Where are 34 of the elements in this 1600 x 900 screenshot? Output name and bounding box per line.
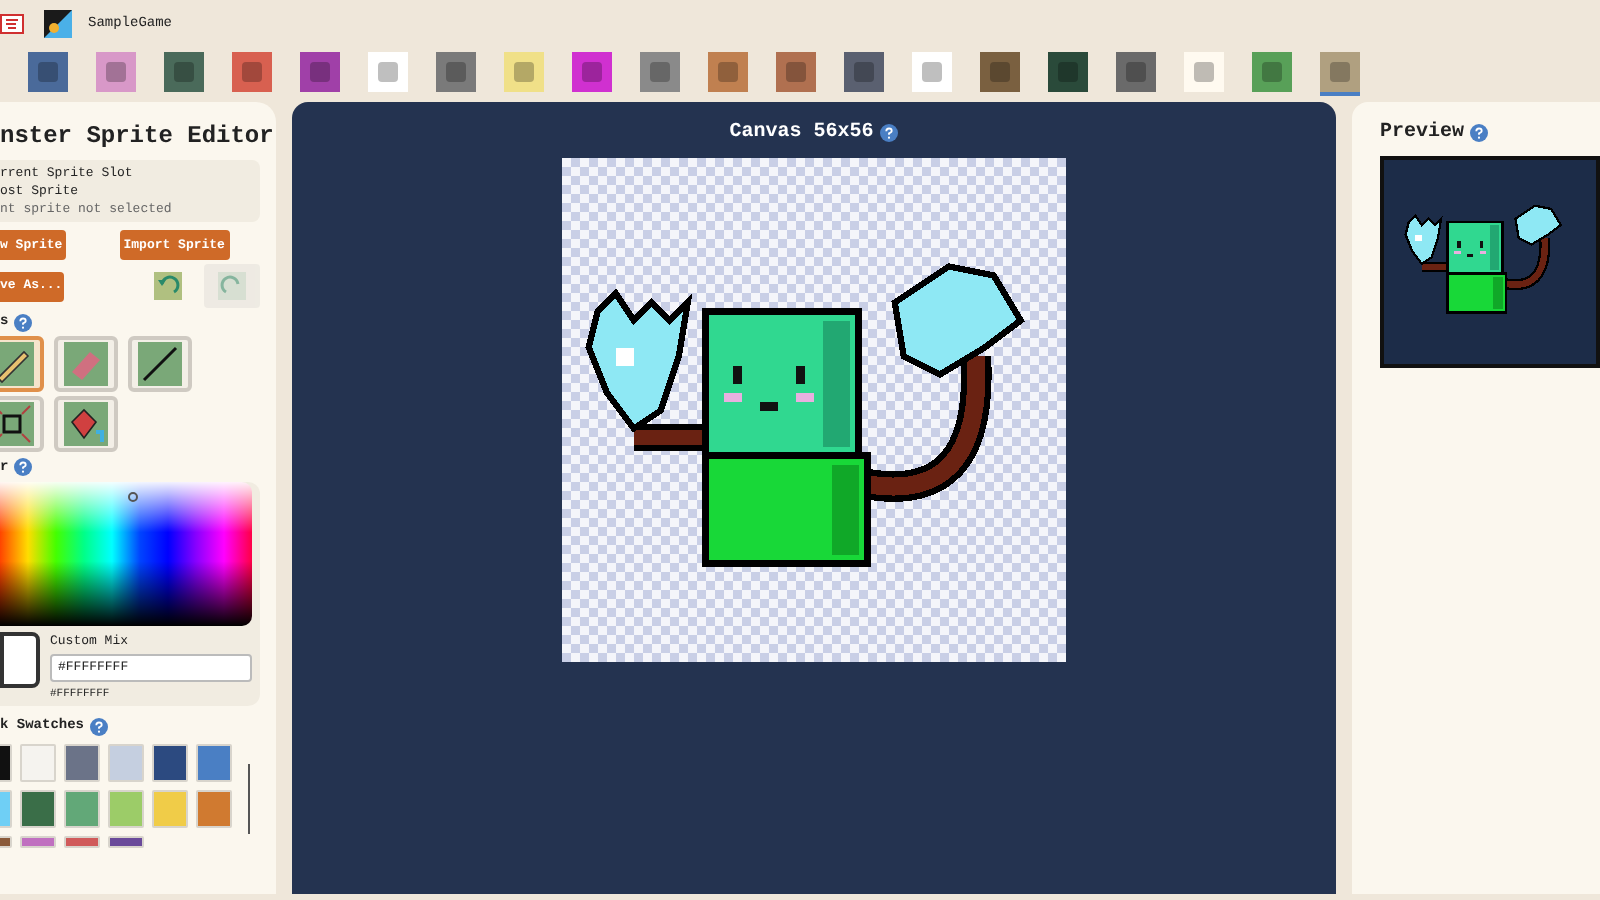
selection-icon: [0, 401, 34, 445]
color-swatch[interactable]: [64, 789, 100, 827]
color-swatch[interactable]: [64, 743, 100, 781]
logo-icon[interactable]: [0, 14, 24, 34]
game-icon[interactable]: [44, 10, 72, 38]
color-swatch[interactable]: [108, 789, 144, 827]
color-swatch[interactable]: [64, 835, 100, 847]
scrollbar[interactable]: [248, 763, 250, 833]
line-icon: [138, 341, 182, 385]
color-swatch[interactable]: [196, 789, 232, 827]
undo-icon: [154, 272, 183, 300]
color-preview: [0, 632, 40, 688]
color-swatch[interactable]: [196, 743, 232, 781]
color-swatch[interactable]: [20, 835, 56, 847]
help-icon[interactable]: [879, 124, 898, 142]
redo-icon: [217, 272, 246, 300]
paint-bucket-icon: [64, 401, 108, 445]
canvas-title: Canvas 56x56: [729, 120, 874, 148]
color-swatch[interactable]: [152, 743, 188, 781]
panel-title: nster Sprite Editor: [0, 120, 274, 154]
preview-title: Preview: [1380, 119, 1465, 148]
picker-handle[interactable]: [128, 492, 138, 502]
tool-button[interactable]: [54, 395, 118, 451]
color-swatch[interactable]: [152, 789, 188, 827]
color-swatch[interactable]: [108, 743, 144, 781]
eraser-icon: [64, 341, 108, 385]
tool-button[interactable]: [128, 335, 192, 391]
color-swatch[interactable]: [20, 743, 56, 781]
pixel-canvas[interactable]: [561, 158, 1066, 662]
color-swatch[interactable]: [108, 835, 144, 847]
pencil-icon: [0, 341, 34, 385]
undo-button[interactable]: [152, 270, 185, 302]
color-swatch[interactable]: [20, 789, 56, 827]
color-picker[interactable]: [0, 482, 252, 626]
